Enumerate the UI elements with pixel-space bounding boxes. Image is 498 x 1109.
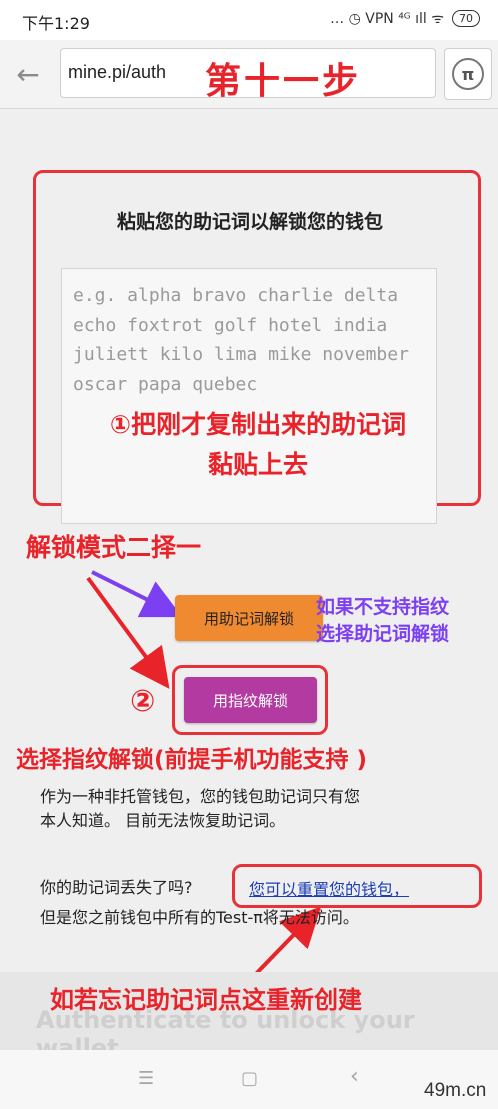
annotation-arrows: [86, 570, 322, 980]
info-paragraph: 作为一种非托管钱包，您的钱包助记词只有您 本人知道。 目前无法恢复助记词。: [40, 785, 360, 833]
back-icon[interactable]: ‹: [350, 1064, 359, 1089]
arrow-to-mnemonic-button: [91, 570, 183, 618]
home-icon[interactable]: ▢: [241, 1068, 258, 1089]
reset-wallet-link[interactable]: 您可以重置您的钱包，: [249, 876, 409, 900]
watermark: 49m.cn: [424, 1080, 487, 1101]
lost-question: 你的助记词丢失了吗?: [40, 878, 193, 897]
unlock-with-fingerprint-button[interactable]: 用指纹解锁: [184, 677, 317, 723]
arrow-to-fingerprint-button: [86, 576, 170, 689]
unlock-with-mnemonic-button[interactable]: 用助记词解锁: [175, 595, 323, 641]
annotation-forgot-recreate: 如若忘记助记词点这重新创建: [50, 986, 362, 1014]
menu-icon[interactable]: ☰: [138, 1068, 154, 1089]
annotation-no-fp-line2: 选择助记词解锁: [316, 623, 450, 645]
annotation-no-fingerprint: 如果不支持指纹 选择助记词解锁: [316, 594, 449, 648]
annotation-no-fp-line1: 如果不支持指纹: [316, 596, 450, 618]
lost-warning: 但是您之前钱包中所有的Test-π将无法访问。: [40, 908, 359, 927]
info-line-1: 作为一种非托管钱包，您的钱包助记词只有您: [40, 787, 361, 806]
annotation-circle-two: ②: [130, 684, 156, 719]
info-line-2: 本人知道。 目前无法恢复助记词。: [40, 811, 286, 830]
annotation-choose-fingerprint: 选择指纹解锁(前提手机功能支持 ): [16, 747, 368, 773]
